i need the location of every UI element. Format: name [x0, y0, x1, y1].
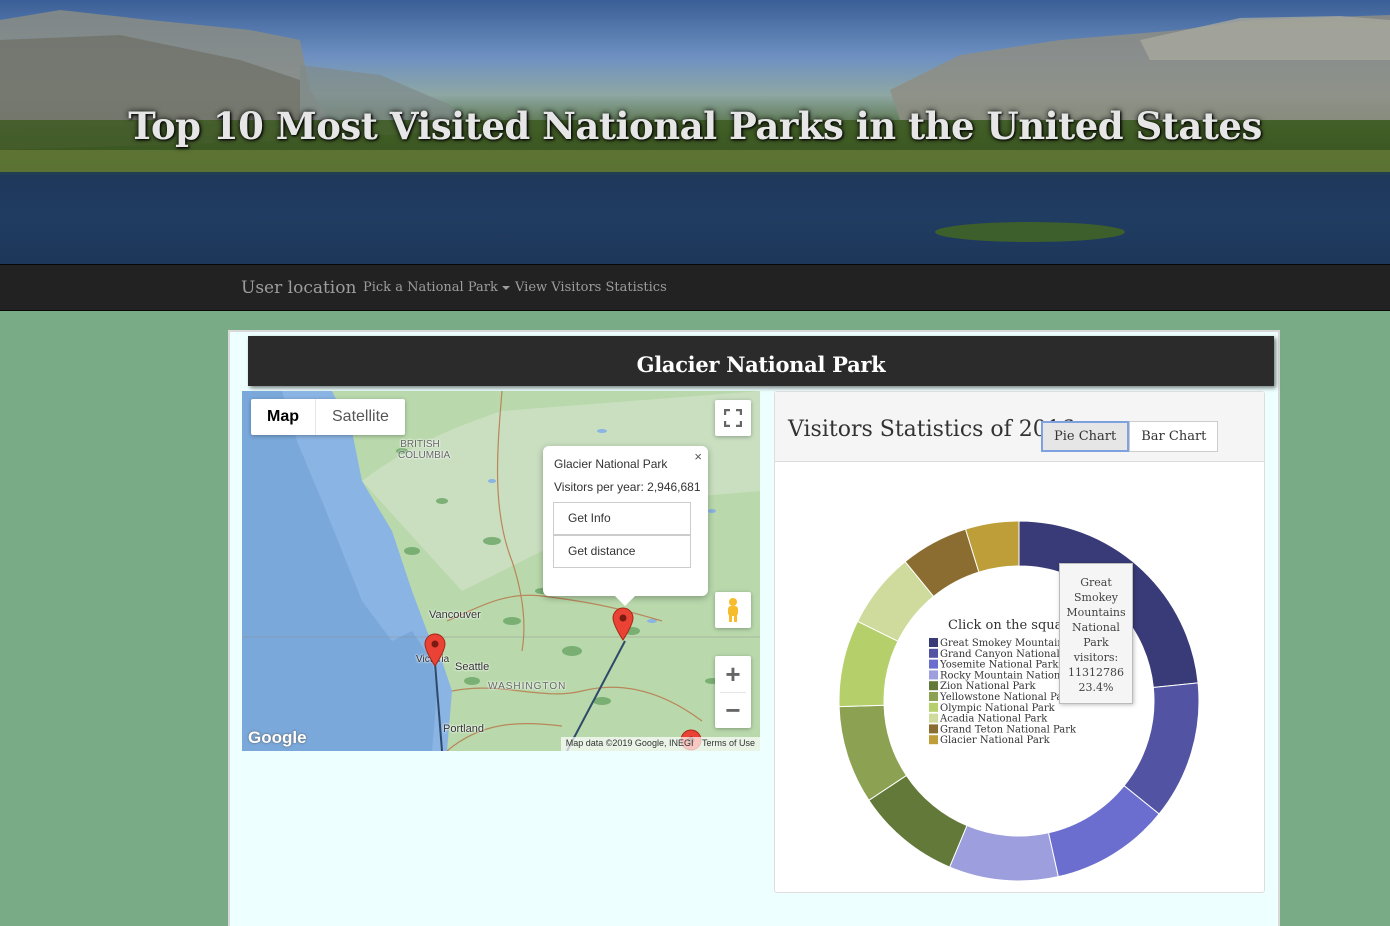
- legend-label: Yellowstone National Park: [939, 692, 1074, 703]
- tooltip-line: National: [1072, 621, 1120, 634]
- legend-square[interactable]: [929, 702, 938, 712]
- legend-square[interactable]: [929, 648, 938, 658]
- stats-title: Visitors Statistics of 2016: [788, 417, 1075, 442]
- map-footer: Map data ©2019 Google, INEGI Terms of Us…: [560, 737, 760, 751]
- map-type-map-button[interactable]: Map: [251, 399, 316, 435]
- map-label-british-columbia: BRITISH COLUMBIA: [398, 439, 450, 461]
- map-data-attribution: Map data ©2019 Google, INEGI: [565, 738, 694, 748]
- legend-label: Great Smokey Mountains: [940, 638, 1069, 649]
- tooltip-line: Great: [1080, 576, 1112, 589]
- legend-label: Acadia National Park: [939, 714, 1048, 725]
- legend-label: Yosemite National Park: [939, 660, 1059, 671]
- tooltip-line: Mountains: [1066, 606, 1126, 619]
- zoom-in-button[interactable]: +: [725, 656, 740, 692]
- legend-square[interactable]: [929, 670, 938, 680]
- caret-down-icon: [501, 285, 510, 290]
- fullscreen-icon: [724, 409, 742, 427]
- stats-header: Visitors Statistics of 2016 Pie Chart Ba…: [775, 392, 1264, 462]
- legend-label: Glacier National Park: [940, 735, 1051, 746]
- page-title: Top 10 Most Visited National Parks in th…: [128, 104, 1262, 148]
- map-pin-icon[interactable]: [612, 607, 634, 641]
- tooltip-line: 11312786: [1068, 666, 1124, 679]
- navbar: User location Pick a National Park View …: [0, 264, 1390, 311]
- legend-square[interactable]: [929, 659, 938, 669]
- park-header: Glacier National Park: [248, 336, 1274, 386]
- close-icon[interactable]: ×: [694, 449, 702, 464]
- street-view-pegman[interactable]: [715, 592, 751, 628]
- nav-user-location[interactable]: User location: [241, 278, 356, 298]
- pegman-icon: [728, 598, 738, 622]
- legend-square[interactable]: [929, 681, 938, 691]
- legend-label: Olympic National Park: [940, 703, 1056, 714]
- legend-label: Zion National Park: [940, 681, 1037, 692]
- map-type-satellite-button[interactable]: Satellite: [316, 399, 405, 435]
- zoom-control: + −: [715, 656, 751, 728]
- tooltip-line: Smokey: [1074, 591, 1118, 604]
- popup-visitors: Visitors per year: 2,946,681: [554, 480, 701, 494]
- map-label-washington: WASHINGTON: [488, 681, 567, 692]
- google-logo: Google: [248, 728, 307, 747]
- visitor-stats-panel: Visitors Statistics of 2016 Pie Chart Ba…: [774, 391, 1265, 893]
- chart-area: Click on the squares Great Smokey Mountai…: [775, 462, 1264, 892]
- legend-square[interactable]: [929, 692, 938, 701]
- legend-label: Rocky Mountain National: [940, 670, 1070, 681]
- park-info-window: × Glacier National Park Visitors per yea…: [543, 446, 708, 606]
- legend-square[interactable]: [929, 735, 938, 745]
- zoom-out-button[interactable]: −: [725, 693, 740, 728]
- map-pin-icon[interactable]: [424, 633, 446, 667]
- chart-type-toggle: Pie Chart Bar Chart: [1041, 421, 1219, 452]
- legend-square[interactable]: [929, 713, 938, 723]
- pie-chart-button[interactable]: Pie Chart: [1041, 421, 1130, 452]
- chart-tooltip: Great Smokey Mountains National Park visitors…: [1059, 563, 1133, 704]
- legend-label: Grand Teton National Park: [940, 724, 1077, 735]
- donut-slice[interactable]: [948, 824, 1059, 882]
- nav-pick-park-label: Pick a National Park: [363, 280, 498, 295]
- tooltip-line: 23.4%: [1078, 681, 1114, 694]
- bar-chart-button[interactable]: Bar Chart: [1129, 421, 1219, 452]
- legend-square[interactable]: [929, 638, 938, 647]
- map-label-seattle: Seattle: [455, 661, 490, 673]
- map-label-vancouver: Vancouver: [429, 609, 481, 621]
- get-info-button[interactable]: Get Info: [553, 502, 691, 535]
- nav-pick-park-dropdown[interactable]: Pick a National Park: [363, 280, 510, 295]
- popup-park-name: Glacier National Park: [554, 457, 668, 471]
- map-label-portland: Portland: [443, 723, 484, 735]
- get-distance-button[interactable]: Get distance: [553, 535, 691, 568]
- map-type-control: Map Satellite: [251, 399, 405, 435]
- terms-of-use-link[interactable]: Terms of Use: [702, 738, 755, 748]
- tooltip-line: visitors:: [1073, 651, 1119, 664]
- legend-square[interactable]: [929, 724, 938, 734]
- tooltip-lines: Great Smokey Mountains National Park visitors…: [1060, 575, 1132, 695]
- fullscreen-button[interactable]: [715, 400, 751, 436]
- nav-view-statistics[interactable]: View Visitors Statistics: [515, 280, 667, 295]
- hero-banner: Top 10 Most Visited National Parks in th…: [0, 0, 1390, 264]
- tooltip-line: Park: [1083, 636, 1109, 649]
- donut-chart[interactable]: Click on the squaresGreat Smokey Mountai…: [775, 462, 1264, 892]
- park-title: Glacier National Park: [636, 352, 886, 377]
